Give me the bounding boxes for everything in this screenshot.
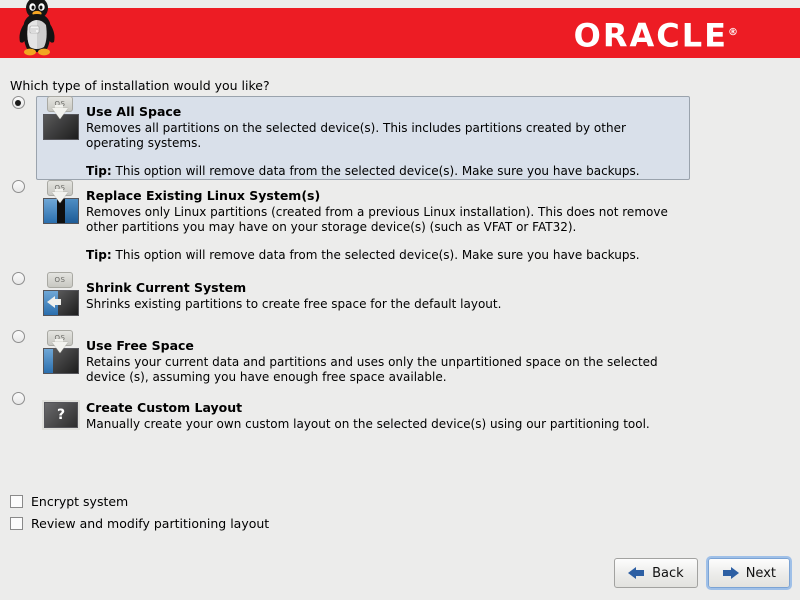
icon-cell-shrink-current-system: OS xyxy=(36,272,86,318)
installation-type-option-list: OS Use All Space Removes all partitions … xyxy=(0,96,800,438)
oracle-wordmark: ORACLE® xyxy=(574,15,738,54)
text-cell-use-all-space: Use All Space Removes all partitions on … xyxy=(86,96,800,187)
radio-button-create-custom-layout[interactable] xyxy=(11,392,25,405)
icon-cell-create-custom-layout: ? xyxy=(36,392,86,438)
disk-custom-question-icon: ? xyxy=(41,392,81,438)
option-use-free-space[interactable]: OS Use Free Space Retains your current d… xyxy=(0,330,800,392)
arrow-right-icon xyxy=(722,566,739,580)
icon-cell-use-all-space: OS xyxy=(36,96,86,142)
option-title: Use All Space xyxy=(86,104,182,119)
option-description: Shrinks existing partitions to create fr… xyxy=(86,297,502,311)
encrypt-system-label: Encrypt system xyxy=(31,493,129,509)
option-tip-text: This option will remove data from the se… xyxy=(111,248,640,262)
text-cell-shrink-current-system: Shrink Current System Shrinks existing p… xyxy=(86,272,800,320)
question-mark-glyph: ? xyxy=(44,402,78,428)
options-checkbox-group: Encrypt system Review and modify partiti… xyxy=(10,490,269,534)
back-button-label: Back xyxy=(652,565,684,581)
checkbox-row-encrypt-system[interactable]: Encrypt system xyxy=(10,490,269,512)
option-use-all-space[interactable]: OS Use All Space Removes all partitions … xyxy=(0,96,800,180)
os-down-arrow-icon xyxy=(52,342,68,353)
option-description: Removes all partitions on the selected d… xyxy=(86,121,626,150)
arrow-left-icon xyxy=(628,566,645,580)
wizard-navigation-buttons: Back Next xyxy=(614,558,790,588)
radio-cell-create-custom-layout[interactable] xyxy=(0,392,36,405)
review-modify-partitioning-checkbox[interactable] xyxy=(10,516,23,530)
text-cell-create-custom-layout: Create Custom Layout Manually create you… xyxy=(86,392,800,440)
encrypt-system-checkbox[interactable] xyxy=(10,494,23,508)
oracle-header-banner: ORACLE® xyxy=(0,8,800,58)
radio-cell-use-all-space[interactable] xyxy=(0,96,36,109)
icon-cell-replace-existing-linux: OS xyxy=(36,180,86,226)
option-tip-label: Tip: xyxy=(86,248,112,262)
os-down-arrow-icon xyxy=(52,108,68,119)
radio-button-use-free-space[interactable] xyxy=(11,330,25,343)
radio-cell-use-free-space[interactable] xyxy=(0,330,36,343)
option-description: Removes only Linux partitions (created f… xyxy=(86,205,668,234)
option-create-custom-layout[interactable]: ? Create Custom Layout Manually create y… xyxy=(0,392,800,438)
radio-button-replace-existing-linux[interactable] xyxy=(11,180,25,193)
disk-shrink-icon: OS xyxy=(41,272,81,318)
option-description: Manually create your own custom layout o… xyxy=(86,417,650,431)
next-button-label: Next xyxy=(745,565,776,581)
registered-trademark-mark: ® xyxy=(728,27,738,38)
option-tip-text: This option will remove data from the se… xyxy=(111,164,640,178)
option-title: Create Custom Layout xyxy=(86,400,243,415)
os-tag-label: OS xyxy=(47,272,73,288)
next-button[interactable]: Next xyxy=(707,558,790,588)
oracle-brand-text: ORACLE xyxy=(573,16,728,55)
checkbox-row-review-modify-partitioning[interactable]: Review and modify partitioning layout xyxy=(10,512,269,534)
option-tip-label: Tip: xyxy=(86,164,112,178)
back-button[interactable]: Back xyxy=(614,558,698,588)
option-replace-existing-linux[interactable]: OS Replace Existing Linux System(s) Remo… xyxy=(0,180,800,272)
disk-erase-all-icon: OS xyxy=(41,96,81,142)
option-tip: Tip: This option will remove data from t… xyxy=(86,164,682,179)
icon-cell-use-free-space: OS xyxy=(36,330,86,376)
os-down-arrow-icon xyxy=(52,192,68,203)
page-title: Which type of installation would you lik… xyxy=(10,78,270,93)
option-shrink-current-system[interactable]: OS Shrink Current System Shrinks existin… xyxy=(0,272,800,330)
option-title: Use Free Space xyxy=(86,338,194,353)
shrink-left-arrow-icon xyxy=(47,296,55,308)
radio-button-shrink-current-system[interactable] xyxy=(11,272,25,285)
disk-free-space-icon: OS xyxy=(41,330,81,376)
option-tip: Tip: This option will remove data from t… xyxy=(86,248,682,263)
disk-replace-linux-icon: OS xyxy=(41,180,81,226)
tux-penguin-icon xyxy=(19,0,55,56)
text-cell-use-free-space: Use Free Space Retains your current data… xyxy=(86,330,800,393)
option-title: Replace Existing Linux System(s) xyxy=(86,188,321,203)
review-modify-partitioning-label: Review and modify partitioning layout xyxy=(31,515,270,531)
radio-cell-shrink-current-system[interactable] xyxy=(0,272,36,285)
radio-cell-replace-existing-linux[interactable] xyxy=(0,180,36,193)
text-cell-replace-existing-linux: Replace Existing Linux System(s) Removes… xyxy=(86,180,800,271)
shrink-arrow-stem xyxy=(54,299,61,305)
option-description: Retains your current data and partitions… xyxy=(86,355,658,384)
option-title: Shrink Current System xyxy=(86,280,247,295)
radio-button-use-all-space[interactable] xyxy=(11,96,25,109)
